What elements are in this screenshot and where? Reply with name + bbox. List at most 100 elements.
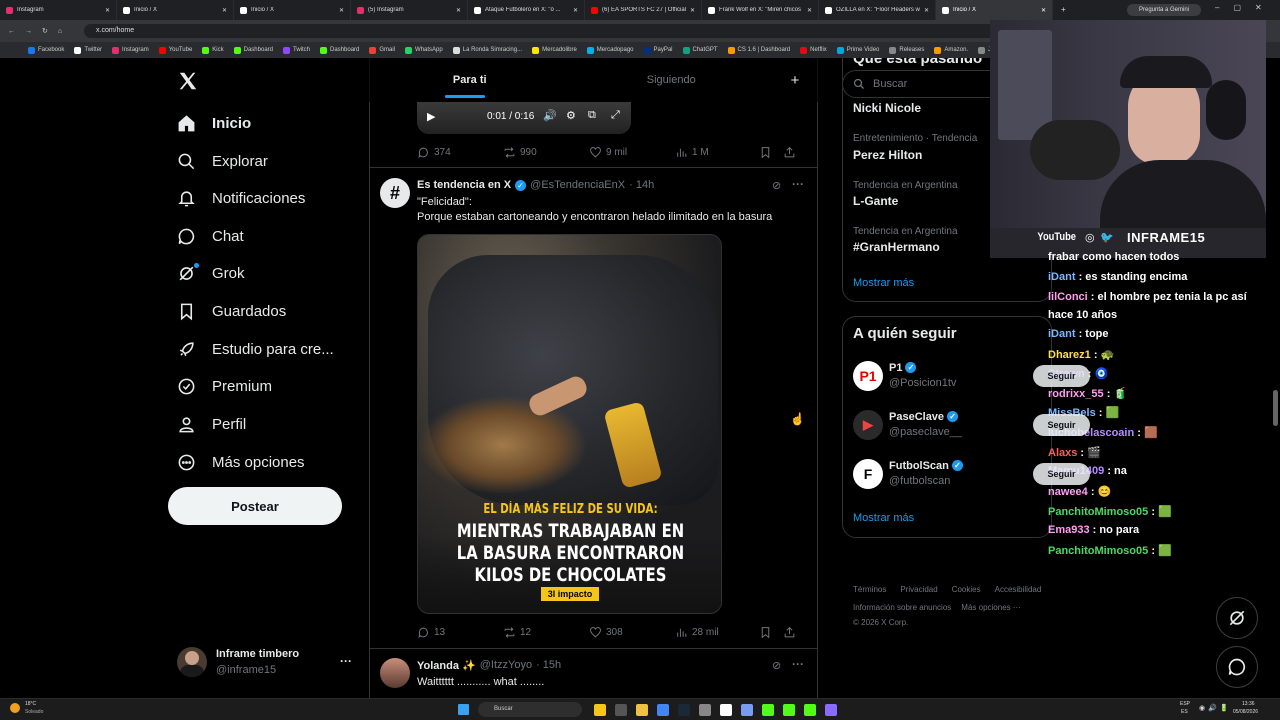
views-button[interactable]: 28 mil <box>675 626 759 639</box>
fullscreen-icon[interactable]: ⤢ <box>611 109 620 122</box>
taskbar-app-icon[interactable] <box>699 704 711 716</box>
bookmark-item[interactable]: Dashboard <box>233 46 273 54</box>
bookmark-item[interactable]: Netflix <box>800 46 827 54</box>
x-logo-icon[interactable] <box>177 70 199 97</box>
bookmark-item[interactable]: Gmail <box>369 46 395 54</box>
bookmark-item[interactable]: Dashboard <box>320 46 359 54</box>
browser-tab[interactable]: Ataque Futbolero en X: "ò ... ✕ <box>468 0 585 20</box>
volume-icon[interactable]: 🔊 <box>543 109 557 122</box>
grok-icon[interactable]: ⊘ <box>772 179 781 192</box>
bookmark-item[interactable]: Mercadopago <box>586 46 634 54</box>
close-icon[interactable]: ✕ <box>573 7 578 14</box>
repost-button[interactable]: 12 <box>503 626 589 639</box>
language-indicator[interactable]: ESP <box>1180 701 1190 707</box>
trend-item[interactable]: Nicki Nicole <box>853 101 921 115</box>
avatar[interactable]: F <box>853 459 883 489</box>
follow-name[interactable]: PaseClave ✓ <box>889 411 959 423</box>
avatar[interactable] <box>380 658 410 688</box>
bookmark-item[interactable]: Releases <box>889 46 924 54</box>
author-name[interactable]: Yolanda ✨ <box>417 659 476 672</box>
follow-button[interactable]: Seguir <box>1033 365 1090 387</box>
trend-item[interactable]: Perez Hilton <box>853 148 922 162</box>
avatar[interactable] <box>177 647 207 677</box>
bookmark-item[interactable]: PayPal <box>643 46 673 54</box>
nav-premium[interactable]: Premium <box>177 372 272 400</box>
pip-icon[interactable]: ⧉ <box>588 109 596 122</box>
bookmark-button[interactable] <box>759 626 783 639</box>
bookmark-item[interactable]: Kick <box>202 46 224 54</box>
reply-button[interactable]: 374 <box>417 146 503 159</box>
nav-bookmarks[interactable]: Guardados <box>177 297 286 325</box>
new-tab-icon[interactable]: + <box>1053 0 1074 20</box>
footer-link[interactable]: Más opciones ··· <box>961 603 1021 612</box>
author-name[interactable]: Es tendencia en X <box>417 179 511 191</box>
follow-button[interactable]: Seguir <box>1033 463 1090 485</box>
bookmark-button[interactable] <box>759 146 783 159</box>
footer-link[interactable]: Cookies <box>952 585 981 594</box>
browser-tab[interactable]: Inicio / X ✕ <box>936 0 1053 20</box>
trend-item[interactable]: L-Gante <box>853 194 898 208</box>
show-more-follow-link[interactable]: Mostrar más <box>853 512 914 524</box>
avatar[interactable]: # <box>380 178 410 208</box>
close-icon[interactable]: ✕ <box>222 7 227 14</box>
taskbar-app-icon[interactable] <box>804 704 816 716</box>
taskbar-app-icon[interactable] <box>636 704 648 716</box>
browser-tab[interactable]: Inicio / X ✕ <box>234 0 351 20</box>
bookmark-item[interactable]: Instagram <box>112 46 149 54</box>
bookmark-item[interactable]: YouTube <box>158 46 192 54</box>
bookmark-item[interactable]: Mercadolibre <box>532 46 577 54</box>
scrollbar-thumb[interactable] <box>1273 390 1278 426</box>
taskbar-app-icon[interactable] <box>720 704 732 716</box>
taskbar-app-icon[interactable] <box>825 704 837 716</box>
more-icon[interactable]: ··· <box>792 657 804 671</box>
account-menu-icon[interactable]: ··· <box>340 654 352 668</box>
system-tray-icons[interactable]: ◉🔊🔋 <box>1199 704 1232 712</box>
grok-icon[interactable]: ⊘ <box>772 659 781 672</box>
taskbar-app-icon[interactable] <box>615 704 627 716</box>
nav-chat[interactable]: Chat <box>177 222 244 250</box>
tab-following[interactable]: Siguiendo <box>571 58 773 102</box>
browser-tab[interactable]: Frank Wolf en X: "Miren chicos ✕ <box>702 0 819 20</box>
nav-grok[interactable]: Grok <box>177 259 245 287</box>
repost-button[interactable]: 990 <box>503 146 589 159</box>
bookmark-item[interactable]: CS 1.6 | Dashboard <box>727 46 790 54</box>
close-icon[interactable]: ✕ <box>105 7 110 14</box>
bookmark-item[interactable]: Amazon. <box>934 46 968 54</box>
avatar[interactable]: ▶ <box>853 410 883 440</box>
forward-icon[interactable]: → <box>25 28 32 35</box>
nav-explore[interactable]: Explorar <box>177 147 268 175</box>
follow-button[interactable]: Seguir <box>1033 414 1090 436</box>
tweet-media[interactable]: EL DÍA MÁS FELIZ DE SU VIDA: MIENTRAS TR… <box>417 234 722 614</box>
views-button[interactable]: 1 M <box>675 146 759 159</box>
add-tab-icon[interactable]: + <box>772 58 818 102</box>
more-icon[interactable]: ··· <box>792 177 804 191</box>
settings-icon[interactable]: ⚙ <box>566 109 576 122</box>
url-field[interactable]: x.com/home <box>84 24 1124 38</box>
tweet-time[interactable]: · 15h <box>536 659 561 672</box>
browser-tab[interactable]: (5) Instagram ✕ <box>351 0 468 20</box>
share-button[interactable] <box>783 626 796 639</box>
taskbar-app-icon[interactable] <box>594 704 606 716</box>
browser-tab[interactable]: (6) EA SPORTS FC 27 | Official T ✕ <box>585 0 702 20</box>
close-icon[interactable]: ✕ <box>456 7 461 14</box>
footer-link[interactable]: Privacidad <box>900 585 937 594</box>
taskbar-app-icon[interactable] <box>762 704 774 716</box>
avatar[interactable]: P1 <box>853 361 883 391</box>
taskbar-app-icon[interactable] <box>657 704 669 716</box>
windows-start-icon[interactable] <box>458 704 469 715</box>
footer-link[interactable]: Términos <box>853 585 886 594</box>
trend-item[interactable]: #GranHermano <box>853 240 940 254</box>
follow-name[interactable]: FutbolScan ✓ <box>889 460 963 472</box>
footer-link[interactable]: Accesibilidad <box>995 585 1042 594</box>
bookmark-item[interactable]: Prime Video <box>836 46 879 54</box>
like-button[interactable]: 9 mil <box>589 146 675 159</box>
follow-name[interactable]: P1 ✓ <box>889 362 917 374</box>
bookmark-item[interactable]: Facebook <box>28 46 64 54</box>
bookmark-item[interactable]: Twitter <box>74 46 102 54</box>
show-more-trends-link[interactable]: Mostrar más <box>853 277 914 289</box>
close-icon[interactable]: ✕ <box>924 7 929 14</box>
nav-home[interactable]: Inicio <box>177 109 251 137</box>
nav-notifications[interactable]: Notificaciones <box>177 184 305 212</box>
weather-temp[interactable]: 18°C <box>25 701 36 707</box>
browser-tab[interactable]: OZILLA en X: "Floor Headers w ✕ <box>819 0 936 20</box>
